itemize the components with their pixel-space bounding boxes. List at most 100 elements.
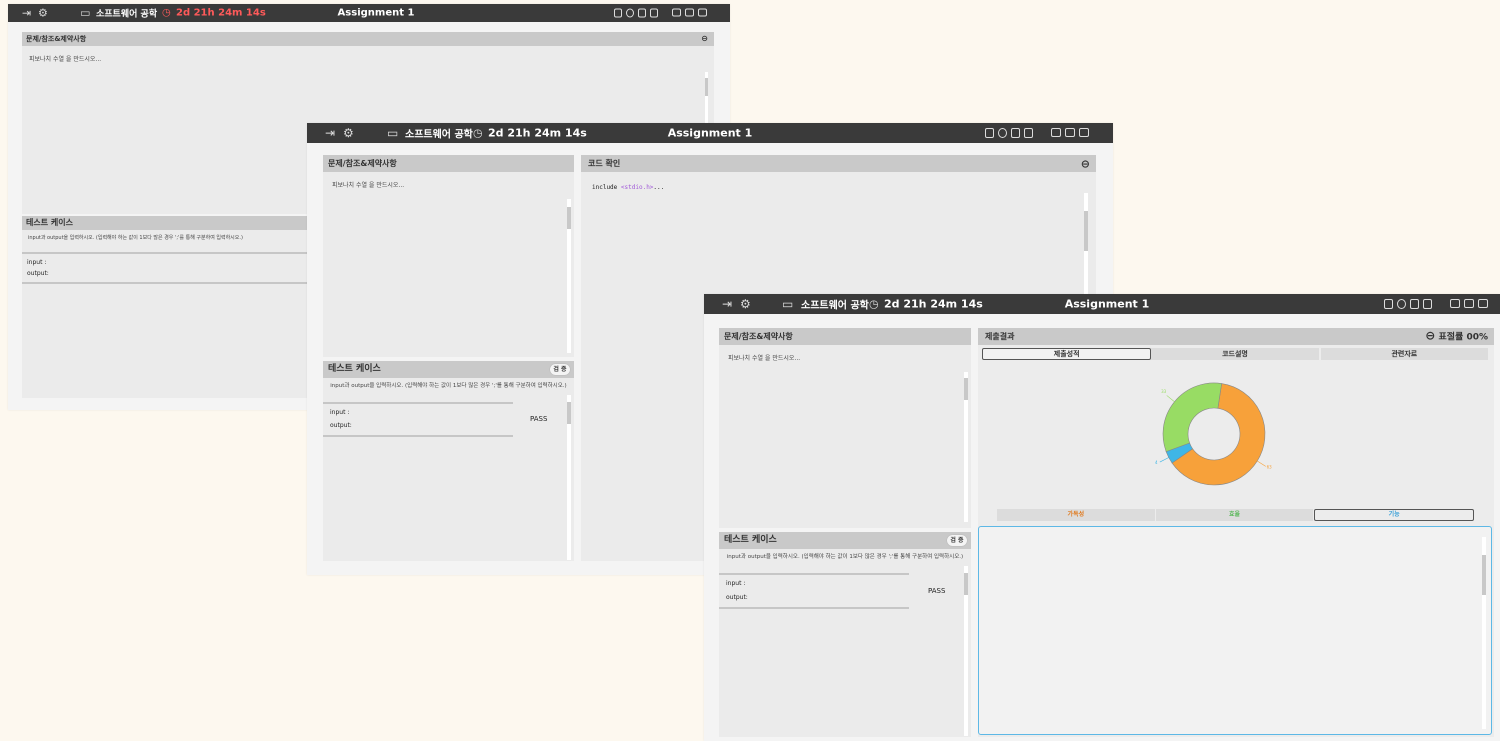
problem-panel: 문제/참조&제약사항 피보나치 수열 을 만드시오... bbox=[719, 328, 971, 528]
monitor-icon: ▭ bbox=[80, 6, 91, 20]
scrollbar[interactable] bbox=[1482, 537, 1486, 729]
plagiarism-group: ⊖ 표절률 00% bbox=[1425, 328, 1488, 346]
donut-value-label: 33 bbox=[1161, 389, 1167, 394]
problem-text: 피보나치 수열 을 만드시오... bbox=[332, 182, 405, 189]
problem-header-label: 문제/참조&제약사항 bbox=[724, 332, 793, 341]
scrollbar-thumb[interactable] bbox=[1084, 211, 1088, 251]
scrollbar[interactable] bbox=[964, 372, 968, 522]
save-icon[interactable] bbox=[638, 8, 646, 18]
folder-icon[interactable] bbox=[698, 8, 707, 17]
scrollbar-thumb[interactable] bbox=[964, 378, 968, 400]
verify-button[interactable]: 검 증 bbox=[947, 535, 967, 546]
folder-icon[interactable] bbox=[672, 8, 681, 17]
zoom-out-icon[interactable]: ⊖ bbox=[1425, 328, 1435, 342]
folder-icon[interactable] bbox=[1464, 299, 1474, 308]
score-category-tab[interactable]: 가독성 bbox=[997, 509, 1155, 521]
scrollbar[interactable] bbox=[964, 566, 968, 736]
timer: 2d 21h 24m 14s bbox=[176, 7, 266, 19]
result-tab[interactable]: 관련자료 bbox=[1320, 348, 1488, 360]
folder-icon[interactable] bbox=[1478, 299, 1488, 308]
zoom-out-icon[interactable]: ⊖ bbox=[1081, 155, 1090, 172]
testcase-instruction: input과 output을 입력하시오. (입력해야 하는 값이 1보다 많은… bbox=[726, 554, 964, 560]
donut-slice bbox=[1162, 382, 1222, 453]
score-category-tab[interactable]: 기능 bbox=[1314, 509, 1474, 521]
timer: 2d 21h 24m 14s bbox=[488, 126, 587, 140]
folder-icon[interactable] bbox=[1065, 128, 1075, 137]
code-header: 코드 확인 ⊖ bbox=[581, 155, 1096, 172]
toolbar bbox=[1384, 299, 1488, 309]
donut-label-line bbox=[1166, 395, 1175, 403]
donut-label-line bbox=[1257, 460, 1266, 467]
divider bbox=[22, 252, 322, 254]
assignment-title: Assignment 1 bbox=[1064, 297, 1150, 311]
gear-icon[interactable]: ⚙ bbox=[38, 7, 48, 20]
problem-header-label: 문제/참조&제약사항 bbox=[26, 35, 87, 43]
scrollbar-thumb[interactable] bbox=[567, 402, 571, 424]
testcase-header: 테스트 케이스 bbox=[719, 532, 971, 549]
folder-icon[interactable] bbox=[1051, 128, 1061, 137]
divider bbox=[323, 402, 513, 404]
export-icon[interactable] bbox=[1024, 128, 1033, 138]
scrollbar[interactable] bbox=[567, 395, 571, 560]
divider bbox=[719, 607, 909, 609]
code-line: include <stdio.h>... bbox=[581, 172, 1096, 203]
plagiarism-rate: 표절률 00% bbox=[1438, 332, 1488, 342]
output-label: output: bbox=[726, 594, 748, 601]
testcase-instruction: input과 output을 입력하시오. (입력해야 하는 값이 1보다 많은… bbox=[330, 383, 567, 389]
input-label: input : bbox=[330, 409, 350, 416]
testcase-header: 테스트 케이스 bbox=[323, 361, 574, 378]
toolbar bbox=[614, 8, 707, 18]
copy-icon[interactable] bbox=[985, 128, 994, 138]
scrollbar-thumb[interactable] bbox=[964, 573, 968, 595]
export-icon[interactable] bbox=[650, 8, 658, 18]
folder-icon[interactable] bbox=[1450, 299, 1460, 308]
result-pass: PASS bbox=[928, 587, 946, 595]
zoom-out-icon[interactable]: ⊖ bbox=[701, 32, 708, 46]
code-keyword: include bbox=[592, 184, 621, 191]
gear-icon[interactable]: ⚙ bbox=[740, 297, 751, 311]
code-ellipsis: ... bbox=[653, 184, 665, 191]
copy-icon[interactable] bbox=[614, 8, 622, 18]
gear-icon[interactable]: ⚙ bbox=[343, 126, 354, 140]
exit-icon[interactable]: ⇥ bbox=[722, 297, 732, 311]
scrollbar-thumb[interactable] bbox=[705, 78, 708, 96]
problem-text: 피보나치 수열 을 만드시오... bbox=[728, 355, 801, 362]
result-header: 제출결과 ⊖ 표절률 00% bbox=[978, 328, 1494, 345]
scrollbar-thumb[interactable] bbox=[567, 207, 571, 229]
code-header-label: 코드 확인 bbox=[588, 159, 621, 168]
divider bbox=[323, 435, 513, 437]
score-category-tabs: 가독성 효율 기능 bbox=[997, 509, 1474, 521]
input-label: input : bbox=[27, 259, 47, 266]
save-icon[interactable] bbox=[1410, 299, 1419, 309]
result-pass: PASS bbox=[530, 415, 548, 423]
score-category-tab[interactable]: 효율 bbox=[1155, 509, 1314, 521]
save-icon[interactable] bbox=[1011, 128, 1020, 138]
refresh-icon[interactable] bbox=[1397, 299, 1406, 309]
testcase-header-label: 테스트 케이스 bbox=[26, 218, 73, 227]
problem-header: 문제/참조&제약사항 ⊖ bbox=[22, 32, 714, 46]
exit-icon[interactable]: ⇥ bbox=[325, 126, 335, 140]
scrollbar[interactable] bbox=[567, 199, 571, 353]
assignment-title: Assignment 1 bbox=[667, 126, 753, 140]
testcase-header-label: 테스트 케이스 bbox=[724, 535, 777, 545]
result-tab[interactable]: 코드설명 bbox=[1151, 348, 1319, 360]
scrollbar-thumb[interactable] bbox=[1482, 555, 1486, 595]
result-tabs: 제출성적 코드설명 관련자료 bbox=[982, 348, 1490, 360]
verify-button[interactable]: 검 증 bbox=[550, 364, 570, 375]
donut-value-label: 4 bbox=[1155, 460, 1158, 465]
result-panel: 제출결과 ⊖ 표절률 00% 제출성적 코드설명 관련자료 63 4 33 가독성 효율 기… bbox=[978, 328, 1494, 737]
refresh-icon[interactable] bbox=[998, 128, 1007, 138]
timer: 2d 21h 24m 14s bbox=[884, 297, 983, 311]
folder-icon[interactable] bbox=[1079, 128, 1089, 137]
exit-icon[interactable]: ⇥ bbox=[22, 7, 31, 20]
toolbar bbox=[985, 128, 1089, 138]
problem-header: 문제/참조&제약사항 bbox=[323, 155, 574, 172]
export-icon[interactable] bbox=[1423, 299, 1432, 309]
detail-textarea[interactable] bbox=[978, 526, 1492, 735]
result-tab[interactable]: 제출성적 bbox=[982, 348, 1152, 360]
refresh-icon[interactable] bbox=[626, 8, 634, 18]
copy-icon[interactable] bbox=[1384, 299, 1393, 309]
folder-icon[interactable] bbox=[685, 8, 694, 17]
testcase-header: 테스트 케이스 bbox=[22, 216, 322, 230]
testcase-panel: 테스트 케이스 검 증 input과 output을 입력하시오. (입력해야 … bbox=[719, 532, 971, 737]
